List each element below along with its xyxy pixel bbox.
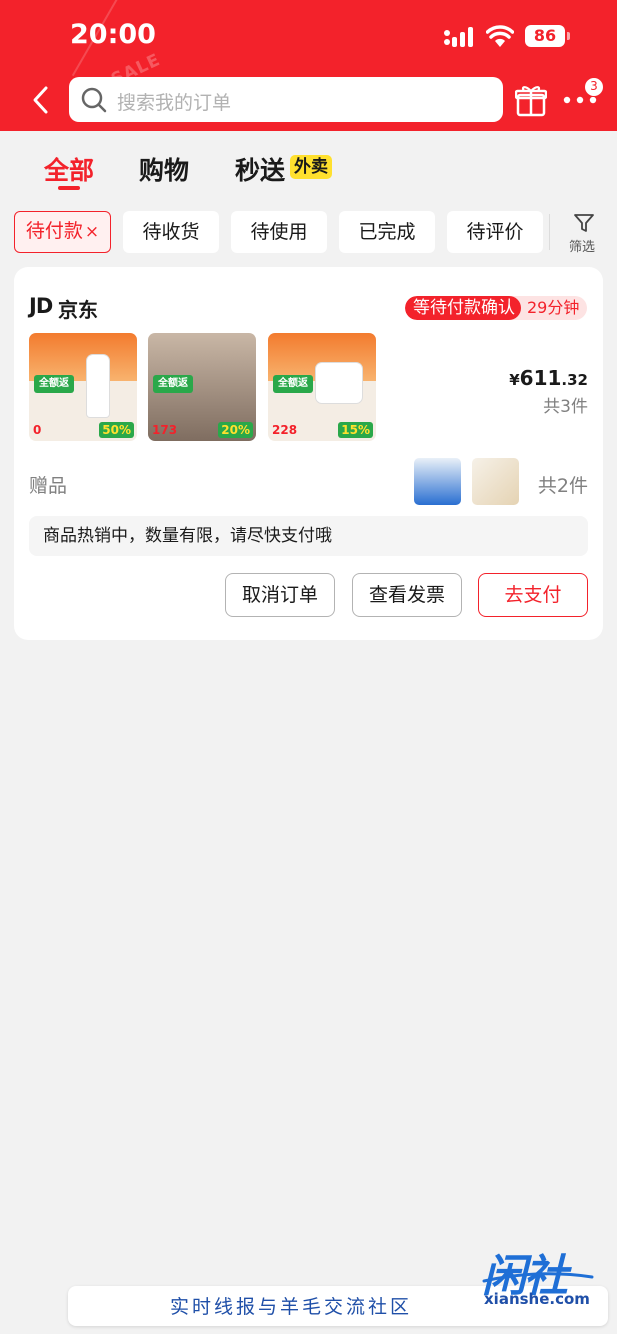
shop-name[interactable]: 京东 bbox=[58, 294, 98, 323]
rebate-tag: 全额返 bbox=[34, 375, 74, 393]
search-icon bbox=[81, 87, 107, 113]
view-invoice-button[interactable]: 查看发票 bbox=[352, 573, 462, 617]
filter-chip-completed[interactable]: 已完成 bbox=[339, 211, 435, 253]
battery-level: 86 bbox=[525, 25, 565, 47]
cancel-order-button[interactable]: 取消订单 bbox=[225, 573, 335, 617]
watermark-slogan: 实时线报与羊毛交流社区 bbox=[170, 1296, 413, 1318]
gift-count: 共2件 bbox=[537, 475, 588, 497]
back-arrow-icon[interactable] bbox=[26, 82, 54, 118]
order-status: 等待付款确认 bbox=[405, 296, 521, 320]
product-bottle-image bbox=[87, 355, 109, 417]
tab-shopping[interactable]: 购物 bbox=[139, 151, 189, 187]
filter-funnel-icon[interactable] bbox=[573, 212, 595, 234]
filter-label[interactable]: 筛选 bbox=[569, 236, 595, 255]
filter-chip-pending-payment[interactable]: 待付款 × bbox=[14, 211, 111, 253]
currency-symbol: ¥ bbox=[509, 371, 520, 389]
product-thumbnail[interactable]: 全额返 228 15% bbox=[268, 333, 376, 441]
rebate-tag: 全额返 bbox=[153, 375, 193, 393]
filter-divider bbox=[549, 214, 550, 250]
battery-cap bbox=[567, 32, 570, 40]
price-decimal: .32 bbox=[561, 371, 588, 389]
tab-active-underline bbox=[58, 186, 80, 190]
order-total-price: ¥611.32 bbox=[509, 366, 588, 390]
search-placeholder[interactable]: 搜索我的订单 bbox=[117, 88, 231, 115]
header-bar: SALE 20:00 86 搜索我的订单 3 bbox=[0, 0, 617, 131]
price-integer: 611 bbox=[519, 366, 562, 390]
payment-countdown: 29分钟 bbox=[527, 298, 580, 317]
message-count-badge: 3 bbox=[584, 77, 604, 97]
payment-notice: 商品热销中，数量有限，请尽快支付哦 bbox=[29, 516, 588, 556]
chip-label: 待付款 bbox=[25, 220, 83, 242]
wifi-icon bbox=[486, 25, 514, 47]
filter-chip-pending-receipt[interactable]: 待收货 bbox=[123, 211, 219, 253]
gift-thumbnail[interactable] bbox=[472, 458, 519, 505]
subsidy-percent: 50% bbox=[99, 422, 134, 438]
cellular-signal-icon bbox=[444, 27, 473, 47]
filter-chip-pending-use[interactable]: 待使用 bbox=[231, 211, 327, 253]
filter-chip-pending-review[interactable]: 待评价 bbox=[447, 211, 543, 253]
thumb-banner bbox=[29, 333, 137, 381]
gift-label: 赠品 bbox=[29, 475, 68, 497]
subsidy-percent: 20% bbox=[218, 422, 253, 438]
thumb-price: 228 bbox=[272, 423, 298, 437]
gift-icon[interactable] bbox=[515, 83, 547, 117]
item-count: 共3件 bbox=[543, 397, 588, 417]
product-device-image bbox=[316, 363, 362, 403]
product-thumbnail[interactable]: 全额返 173 20% bbox=[148, 333, 256, 441]
rebate-tag: 全额返 bbox=[273, 375, 313, 393]
chip-close-icon[interactable]: × bbox=[85, 222, 99, 242]
order-card[interactable]: JD 京东 等待付款确认 29分钟 全额返 0 50% 全额返 173 20% … bbox=[14, 267, 603, 640]
tab-all[interactable]: 全部 bbox=[44, 151, 94, 187]
subsidy-percent: 15% bbox=[338, 422, 373, 438]
pay-button[interactable]: 去支付 bbox=[478, 573, 588, 617]
status-time: 20:00 bbox=[70, 19, 156, 50]
product-thumbnail[interactable]: 全额返 0 50% bbox=[29, 333, 137, 441]
jd-logo-icon: JD bbox=[29, 294, 53, 318]
watermark-swoosh-icon bbox=[482, 1272, 594, 1283]
takeout-tag: 外卖 bbox=[290, 155, 332, 179]
tab-instant-delivery[interactable]: 秒送 bbox=[235, 151, 285, 187]
order-status-badge: 等待付款确认 29分钟 bbox=[405, 296, 588, 320]
gift-thumbnail[interactable] bbox=[414, 458, 461, 505]
thumb-price: 0 bbox=[33, 423, 42, 437]
watermark-url: xianshe.com bbox=[484, 1290, 590, 1308]
thumb-price: 173 bbox=[152, 423, 178, 437]
order-search-bar[interactable]: 搜索我的订单 bbox=[69, 77, 503, 122]
